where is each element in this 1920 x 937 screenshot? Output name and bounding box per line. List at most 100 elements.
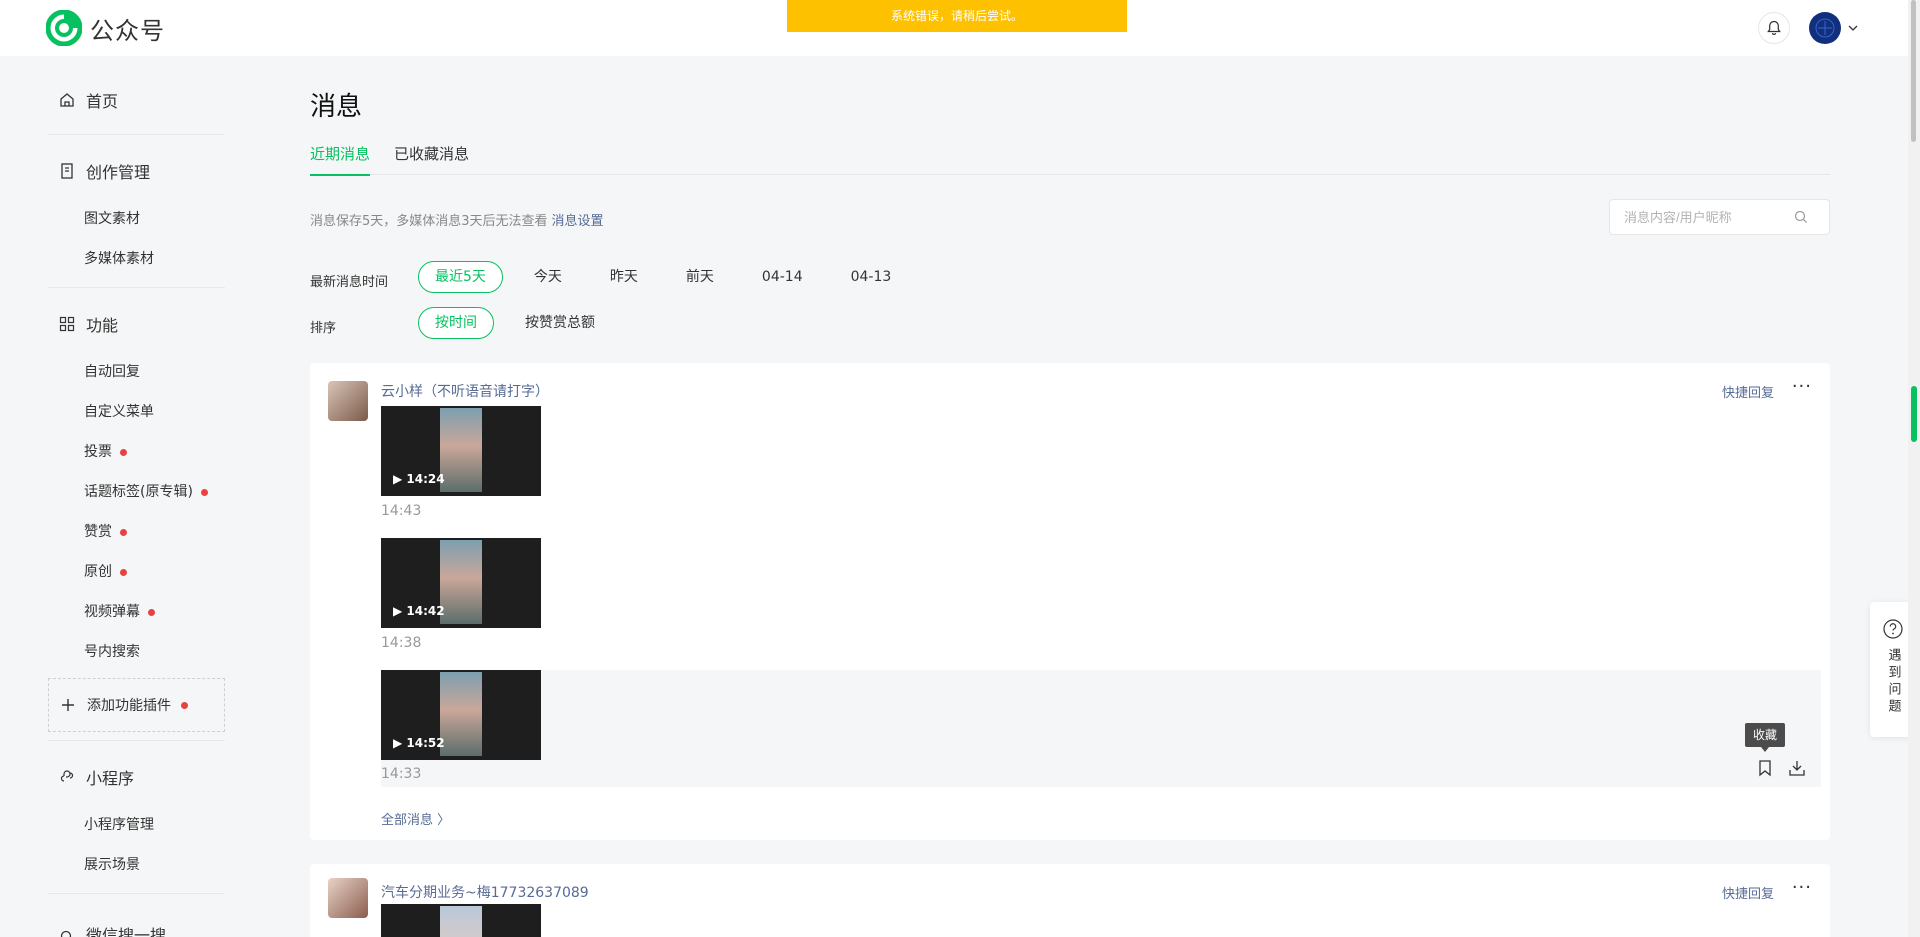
add-plugin-button[interactable]: 添加功能插件 [48, 678, 225, 732]
chevron-down-icon[interactable] [1847, 22, 1859, 34]
video-duration: ▶ 14:42 [393, 604, 445, 618]
search-input[interactable] [1624, 209, 1794, 225]
video-message[interactable]: ▶ 14:52 [381, 670, 541, 760]
sidebar-item-appreciation[interactable]: 赞赏 [48, 512, 225, 552]
message-sender-name[interactable]: 云小样（不听语音请打字） [381, 381, 549, 401]
hovered-message-row[interactable] [381, 670, 1821, 787]
tab-recent-messages[interactable]: 近期消息 [310, 143, 371, 176]
sidebar-item-label: 原创 [84, 564, 112, 580]
document-icon [61, 163, 73, 179]
filter-chip-day-before[interactable]: 前天 [669, 261, 731, 293]
message-sender-name[interactable]: 汽车分期业务~梅17732637089 [381, 882, 589, 902]
time-filter-row: 最新消息时间 最近5天 今天 昨天 前天 04-14 04-13 [310, 257, 1830, 297]
sidebar-group-miniprogram[interactable]: 小程序 [48, 749, 225, 805]
sidebar-item-display-scenes[interactable]: 展示场景 [48, 845, 225, 885]
sidebar-item-topic-tags[interactable]: 话题标签(原专辑) [48, 472, 225, 512]
search-icon[interactable] [1794, 210, 1808, 224]
sidebar-item-miniprogram-manage[interactable]: 小程序管理 [48, 805, 225, 845]
sidebar-item-custom-menu[interactable]: 自定义菜单 [48, 392, 225, 432]
logo[interactable]: 公众号 [46, 10, 165, 46]
sidebar-item-in-account-search[interactable]: 号内搜索 [48, 632, 225, 672]
all-messages-link[interactable]: 全部消息 〉 [381, 809, 450, 828]
new-badge-dot [120, 568, 127, 576]
filter-chip-today[interactable]: 今天 [517, 261, 579, 293]
grid-icon [59, 316, 75, 332]
page-scrollbar[interactable] [1908, 0, 1920, 937]
download-icon[interactable] [1787, 758, 1807, 778]
message-time: 14:38 [381, 635, 422, 651]
filter-chip-last-5-days[interactable]: 最近5天 [418, 261, 503, 293]
miniprogram-icon [60, 770, 74, 782]
more-options-button[interactable]: ··· [1792, 877, 1812, 898]
sidebar-item-label: 赞赏 [84, 524, 112, 540]
video-duration: ▶ 14:52 [393, 736, 445, 750]
more-options-button[interactable]: ··· [1792, 376, 1812, 397]
sidebar-item-original[interactable]: 原创 [48, 552, 225, 592]
video-message[interactable]: ▶ 14:24 [381, 406, 541, 496]
message-card: 云小样（不听语音请打字） 快捷回复 ··· ▶ 14:24 14:43 ▶ 14… [310, 363, 1830, 840]
sort-chip-by-time[interactable]: 按时间 [418, 307, 494, 339]
video-thumbnail [440, 540, 482, 624]
sidebar-item-label: 视频弹幕 [84, 604, 140, 620]
sidebar-item-media-materials[interactable]: 多媒体素材 [48, 239, 225, 279]
sidebar-group-label: 小程序 [86, 769, 135, 788]
sidebar-item-video-danmaku[interactable]: 视频弹幕 [48, 592, 225, 632]
notification-bell-button[interactable] [1758, 12, 1790, 44]
quick-reply-button[interactable]: 快捷回复 [1722, 883, 1774, 902]
message-time: 14:43 [381, 503, 422, 519]
sort-chip-by-appreciation[interactable]: 按赞赏总额 [508, 307, 612, 339]
filter-chip-yesterday[interactable]: 昨天 [593, 261, 655, 293]
user-avatar[interactable] [328, 878, 368, 918]
sidebar-divider [48, 287, 225, 288]
sidebar-item-label: 小程序管理 [84, 817, 154, 833]
message-card: 汽车分期业务~梅17732637089 快捷回复 ··· [310, 864, 1830, 937]
video-thumbnail [440, 672, 482, 756]
wechat-official-logo-icon [46, 10, 82, 46]
sort-label: 排序 [310, 320, 337, 336]
sidebar-group-label: 微信搜一搜 [86, 926, 167, 937]
video-message[interactable] [381, 904, 541, 937]
sidebar-item-label: 号内搜索 [84, 644, 140, 660]
scroll-position-indicator[interactable] [1911, 386, 1917, 442]
video-duration: ▶ 14:24 [393, 472, 445, 486]
sidebar-item-label: 展示场景 [84, 857, 140, 873]
sidebar-item-label: 多媒体素材 [84, 251, 154, 267]
new-badge-dot [148, 608, 155, 616]
favorite-tooltip: 收藏 [1745, 723, 1785, 752]
bell-icon [1767, 20, 1781, 35]
sidebar-item-auto-reply[interactable]: 自动回复 [48, 352, 225, 392]
sidebar-item-label: 图文素材 [84, 211, 140, 227]
video-message[interactable]: ▶ 14:42 [381, 538, 541, 628]
error-banner: 系统错误，请稍后尝试。 [787, 0, 1127, 32]
sidebar-item-article-materials[interactable]: 图文素材 [48, 199, 225, 239]
retention-hint-text: 消息保存5天，多媒体消息3天后无法查看 [310, 213, 548, 229]
add-plugin-label: 添加功能插件 [87, 698, 171, 714]
top-bar: 公众号 系统错误，请稍后尝试。 [0, 0, 1908, 56]
sidebar-group-wechat-search[interactable]: 微信搜一搜 [48, 902, 225, 937]
filter-chip-04-14[interactable]: 04-14 [745, 261, 820, 293]
message-settings-link[interactable]: 消息设置 [552, 214, 604, 229]
question-circle-icon [1883, 619, 1903, 639]
tab-saved-messages[interactable]: 已收藏消息 [394, 143, 469, 175]
video-thumbnail [440, 906, 482, 937]
sort-filter-row: 排序 按时间 按赞赏总额 [310, 303, 1830, 343]
sidebar-group-creation[interactable]: 创作管理 [48, 143, 225, 199]
scrollbar-thumb[interactable] [1911, 0, 1916, 142]
sidebar-item-vote[interactable]: 投票 [48, 432, 225, 472]
plus-icon [62, 699, 74, 711]
sidebar-divider [48, 893, 225, 894]
message-search-box[interactable] [1609, 199, 1830, 235]
new-badge-dot [120, 448, 127, 456]
sidebar-item-label: 自定义菜单 [84, 404, 154, 420]
user-avatar[interactable] [328, 381, 368, 421]
bookmark-icon[interactable] [1755, 758, 1775, 778]
sidebar-item-label: 投票 [84, 444, 112, 460]
quick-reply-button[interactable]: 快捷回复 [1722, 382, 1774, 401]
account-avatar[interactable] [1809, 12, 1841, 44]
home-icon [60, 93, 74, 107]
sidebar-item-home[interactable]: 首页 [48, 56, 225, 144]
filter-chip-04-13[interactable]: 04-13 [834, 261, 909, 293]
sidebar-divider [48, 134, 225, 135]
avatar-emblem-icon [1815, 18, 1835, 38]
sidebar-group-features[interactable]: 功能 [48, 296, 225, 352]
